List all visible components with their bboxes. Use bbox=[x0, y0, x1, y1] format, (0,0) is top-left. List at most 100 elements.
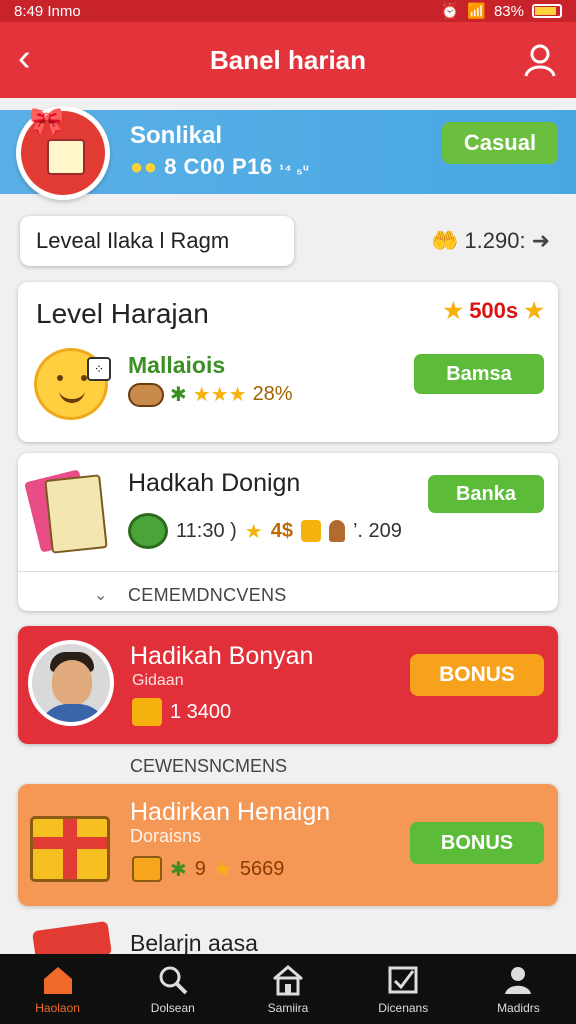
scroll-icon bbox=[128, 382, 164, 407]
nav-label: Dicenans bbox=[378, 1001, 429, 1015]
battery-text: 83% bbox=[493, 2, 524, 20]
clover-icon: ✱ bbox=[170, 858, 187, 881]
section-label: CEWENSNCMENS bbox=[130, 756, 288, 776]
coin-icon: ●● bbox=[130, 154, 165, 179]
task-time: 11:30 ) bbox=[176, 519, 237, 542]
bonus-button[interactable]: BONUS bbox=[410, 822, 544, 864]
arrow-right-icon: ➜ bbox=[531, 228, 550, 253]
gift-box-icon bbox=[30, 816, 110, 882]
card-title: Hadikah Bonyan bbox=[130, 642, 314, 670]
bonus-count: 9 bbox=[194, 857, 206, 880]
nav-search[interactable]: Dolsean bbox=[115, 954, 230, 1024]
bonus-card-red: Hadikah Bonyan Gidaan 1 3400 BONUS bbox=[18, 626, 558, 744]
bottom-nav: Haolaon Dolsean Samiira Dicenans Madidrs bbox=[0, 954, 576, 1024]
ribbon-vertical bbox=[63, 819, 77, 879]
points-value: 1.290: bbox=[464, 228, 526, 253]
task-amount-2: ’. 209 bbox=[352, 519, 402, 542]
page-title: Banel harian bbox=[209, 44, 367, 75]
reward-value: 500s bbox=[469, 298, 519, 323]
card-subtitle: Doraisns bbox=[130, 826, 202, 846]
item-stats: ✱ ★★★ 28% bbox=[128, 382, 293, 407]
star-icon: ★ bbox=[244, 520, 263, 543]
bonus-amount: 1 3400 bbox=[170, 700, 232, 723]
reward-badge: ★ 500s ★ bbox=[443, 298, 544, 324]
star-icon: ★★★ bbox=[192, 384, 247, 406]
bonus-card-orange: Hadirkan Henaign Doraisns ✱ 9 ★ 5669 BON… bbox=[18, 784, 558, 906]
card-title: Belarjn aasa bbox=[130, 930, 258, 956]
level-filter-chip[interactable]: Leveal Ilaka l Ragm bbox=[20, 216, 294, 266]
status-bar: 8:49 Inmo ⏰ 📶 83% bbox=[0, 0, 576, 22]
eye-left bbox=[57, 375, 63, 381]
chest-icon bbox=[132, 856, 162, 882]
battery-icon bbox=[532, 4, 562, 18]
profile-stats: ●● 8 C00 P16 ¹⁴ ₅ᵘ bbox=[130, 154, 309, 180]
card-footer-label[interactable]: CEMEMDNCVENS bbox=[128, 585, 287, 606]
item-name: Mallaiois bbox=[128, 352, 226, 378]
gift-box-icon bbox=[47, 139, 85, 175]
app-bar: ‹ Banel harian bbox=[0, 22, 576, 98]
status-time: 8:49 Inmo bbox=[14, 2, 81, 20]
search-icon bbox=[159, 966, 188, 995]
money-roll-icon bbox=[128, 513, 168, 549]
avatar-shirt bbox=[38, 704, 108, 722]
back-icon[interactable]: ‹ bbox=[18, 38, 31, 78]
nav-profile[interactable]: Madidrs bbox=[461, 954, 576, 1024]
star-icon: ★ bbox=[524, 298, 544, 323]
banka-button[interactable]: Banka bbox=[428, 475, 544, 513]
person-icon bbox=[505, 967, 532, 994]
star-icon: ★ bbox=[213, 858, 232, 881]
alarm-icon: ⏰ bbox=[440, 3, 460, 20]
item-percent: 28% bbox=[252, 383, 293, 405]
user-icon[interactable] bbox=[522, 42, 558, 78]
card-subtitle: Gidaan bbox=[132, 672, 184, 689]
person-coin-icon: 🤲 bbox=[430, 228, 459, 253]
book-icon bbox=[24, 469, 108, 555]
ribbon-horizontal bbox=[33, 837, 107, 849]
coins-icon bbox=[300, 520, 321, 542]
task-amount: 4$ bbox=[270, 519, 293, 542]
points-indicator[interactable]: 🤲 1.290: ➜ bbox=[431, 228, 550, 254]
book-page bbox=[44, 474, 108, 554]
person-icon bbox=[328, 520, 345, 542]
profile-name: Sonlikal bbox=[130, 122, 223, 149]
nav-label: Dolsean bbox=[150, 1001, 195, 1015]
nav-home[interactable]: Haolaon bbox=[0, 954, 115, 1024]
nav-label: Madidrs bbox=[497, 1001, 540, 1015]
casual-button[interactable]: Casual bbox=[442, 122, 558, 164]
checkbox-icon bbox=[388, 966, 418, 994]
star-icon: ★ bbox=[443, 298, 464, 323]
nav-tasks[interactable]: Dicenans bbox=[346, 954, 461, 1024]
store-icon bbox=[273, 965, 303, 996]
divider bbox=[18, 571, 558, 572]
bow-icon: 🎀 bbox=[29, 106, 64, 137]
gift-medal-icon: 🎀 bbox=[16, 106, 110, 200]
profile-banner: 🎀 Sonlikal ●● 8 C00 P16 ¹⁴ ₅ᵘ Casual bbox=[0, 106, 576, 200]
bamsa-button[interactable]: Bamsa bbox=[414, 354, 544, 394]
wifi-icon: 📶 bbox=[467, 3, 486, 20]
avatar bbox=[28, 640, 114, 726]
status-icons: ⏰ 📶 83% bbox=[441, 2, 562, 20]
bonus-stats: 1 3400 bbox=[132, 698, 231, 726]
profile-stats-value: 8 C00 P16 bbox=[164, 154, 273, 179]
tag-icon: ⁘ bbox=[87, 357, 111, 381]
bonus-amount: 5669 bbox=[239, 857, 285, 880]
card-title: Hadkah Donign bbox=[128, 469, 301, 497]
nav-label: Samiira bbox=[267, 1001, 309, 1015]
coins-icon bbox=[132, 698, 162, 726]
avatar-face bbox=[52, 660, 92, 706]
level-card: Level Harajan ★ 500s ★ ⁘ Mallaiois ✱ ★★★… bbox=[18, 282, 558, 442]
profile-stats-suffix: ¹⁴ ₅ᵘ bbox=[279, 161, 309, 177]
card-title: Hadirkan Henaign bbox=[130, 798, 331, 826]
bonus-button[interactable]: BONUS bbox=[410, 654, 544, 696]
task-card: Hadkah Donign Banka 11:30 ) ★ 4$ ’. 209 … bbox=[18, 453, 558, 611]
task-stats: 11:30 ) ★ 4$ ’. 209 bbox=[128, 513, 402, 549]
home-icon bbox=[43, 967, 72, 994]
nav-label: Haolaon bbox=[35, 1001, 80, 1015]
chevron-down-icon[interactable]: ⌄ bbox=[94, 585, 107, 605]
nav-store[interactable]: Samiira bbox=[230, 954, 345, 1024]
bonus-stats: ✱ 9 ★ 5669 bbox=[132, 856, 284, 882]
smiley-icon: ⁘ bbox=[34, 348, 111, 420]
card-title: Level Harajan bbox=[36, 298, 209, 329]
mouth bbox=[59, 389, 85, 403]
clover-icon: ✱ bbox=[170, 384, 187, 406]
